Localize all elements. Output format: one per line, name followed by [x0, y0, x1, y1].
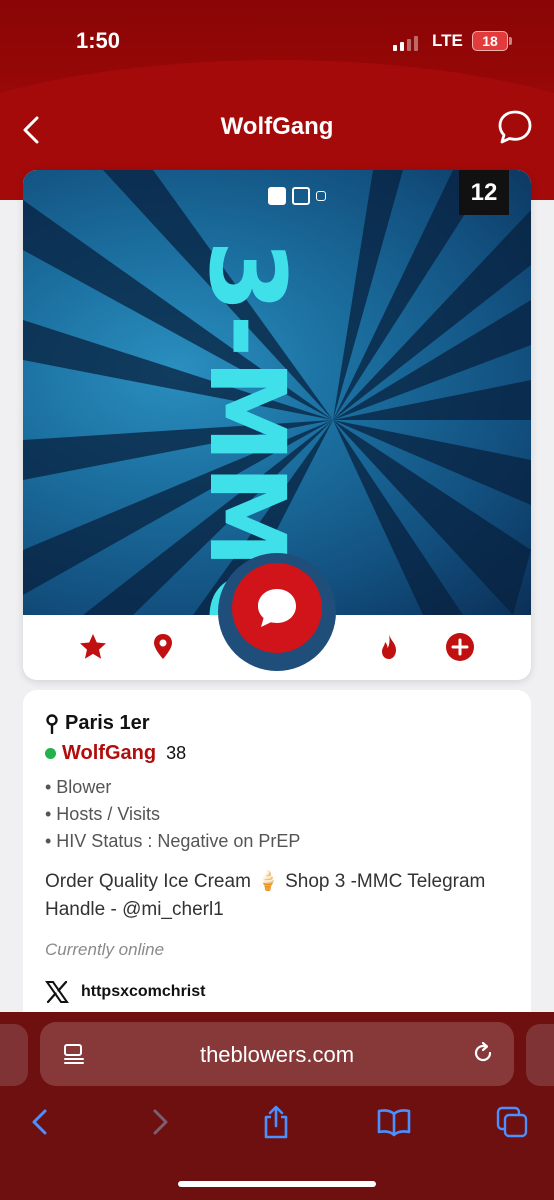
map-pin-icon — [154, 634, 172, 659]
flame-icon — [382, 634, 396, 659]
chat-button[interactable] — [496, 108, 534, 146]
signal-icon — [393, 36, 418, 51]
profile-bio: Order Quality Ice Cream 🍦 Shop 3 -MMC Te… — [45, 871, 486, 920]
x-logo-icon — [45, 981, 69, 1003]
location-text: Paris 1er — [65, 712, 150, 734]
carousel-dot[interactable] — [316, 191, 326, 201]
bookmarks-button[interactable] — [374, 1102, 414, 1142]
trait-list: • Blower • Hosts / Visits • HIV Status :… — [45, 774, 300, 855]
home-indicator — [178, 1181, 376, 1187]
battery-icon: 18 — [472, 31, 508, 51]
share-icon — [264, 1105, 288, 1139]
social-link[interactable]: httpsxcomchrist — [45, 981, 205, 1003]
trait-item: • Blower — [45, 777, 112, 797]
previous-tab-peek[interactable] — [0, 1024, 28, 1086]
url-text: theblowers.com — [199, 1042, 355, 1067]
chat-bubble-icon — [498, 110, 532, 144]
name-row: WolfGang 38 — [45, 742, 186, 765]
reload-icon[interactable] — [470, 1040, 496, 1066]
favorite-button[interactable] — [75, 629, 111, 665]
trait-item: • HIV Status : Negative on PrEP — [45, 831, 301, 851]
add-button[interactable] — [442, 629, 478, 665]
location-row: Paris 1er — [45, 712, 150, 735]
browser-back-button[interactable] — [20, 1102, 60, 1142]
location-button[interactable] — [145, 629, 181, 665]
tabs-icon — [496, 1106, 528, 1138]
carousel-indicator[interactable] — [268, 187, 326, 205]
star-icon — [80, 634, 106, 659]
location-pin-icon — [46, 713, 58, 734]
profile-age: 38 — [166, 743, 187, 763]
photo-count-badge: 12 — [459, 170, 509, 215]
page-title: WolfGang — [220, 113, 334, 140]
online-indicator — [45, 748, 56, 759]
message-bubble-icon — [258, 589, 296, 627]
status-time: 1:50 — [76, 28, 121, 53]
plus-circle-icon — [446, 633, 474, 661]
profile-name[interactable]: WolfGang — [62, 742, 156, 765]
next-tab-peek[interactable] — [526, 1024, 554, 1086]
carousel-dot[interactable] — [268, 187, 286, 205]
tabs-button[interactable] — [492, 1102, 532, 1142]
bookmarks-icon — [377, 1109, 411, 1137]
social-handle[interactable]: httpsxcomchrist — [81, 983, 205, 1001]
trait-item: • Hosts / Visits — [45, 804, 160, 824]
share-button[interactable] — [256, 1102, 296, 1142]
forward-icon — [153, 1109, 168, 1135]
profile-photo[interactable]: 3-MMC 12 — [23, 170, 531, 615]
address-bar[interactable]: theblowers.com — [40, 1022, 514, 1086]
online-status: Currently online — [45, 940, 165, 959]
network-type: LTE — [432, 31, 463, 50]
profile-info: Paris 1er WolfGang 38 • Blower • Hosts /… — [23, 690, 531, 1020]
message-button[interactable] — [232, 563, 322, 653]
carousel-dot[interactable] — [292, 187, 310, 205]
hot-button[interactable] — [371, 629, 407, 665]
back-icon — [32, 1109, 47, 1135]
browser-forward-button[interactable] — [140, 1102, 180, 1142]
